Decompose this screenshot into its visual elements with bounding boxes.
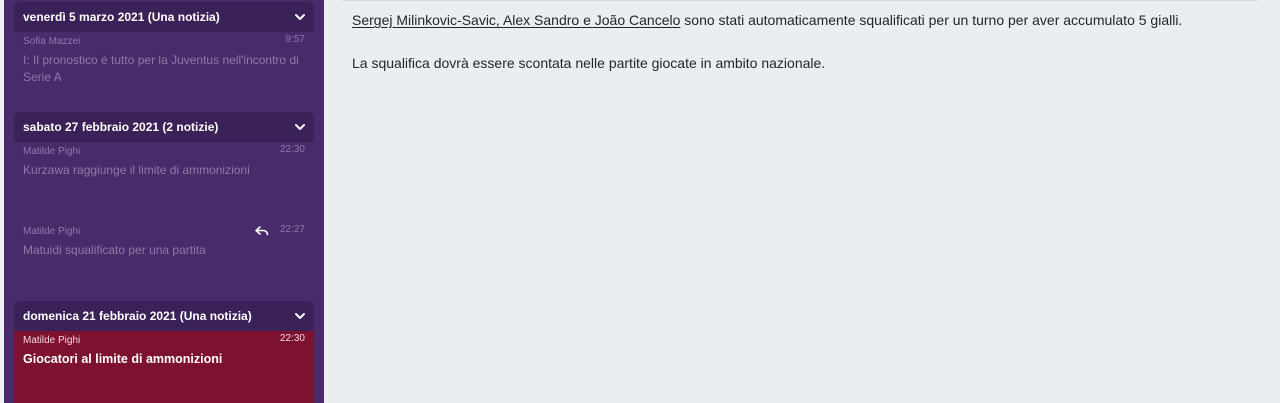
group-header-21-febbraio[interactable]: domenica 21 febbraio 2021 (Una notizia) — [14, 301, 314, 331]
reply-icon — [255, 226, 269, 236]
news-subject: I: Il pronostico è tutto per la Juventus… — [23, 53, 299, 84]
news-subject: Matuidi squalificato per una partita — [23, 243, 206, 257]
news-item[interactable]: Matilde Pighi 22:27 Matuidi squalificato… — [14, 222, 314, 292]
sidebar-edge — [0, 0, 4, 403]
player-names: Sergej Milinkovic-Savic, Alex Sandro e J… — [352, 12, 681, 28]
article-pane: Sergej Milinkovic-Savic, Alex Sandro e J… — [324, 0, 1280, 403]
group-header-label: domenica 21 febbraio 2021 (Una notizia) — [23, 309, 252, 323]
news-subject: Giocatori al limite di ammonizioni — [23, 352, 223, 366]
divider — [342, 0, 1258, 1]
news-sidebar: venerdì 5 marzo 2021 (Una notizia) Sofia… — [0, 0, 324, 403]
news-time: 9:57 — [285, 34, 305, 45]
group-header-label: sabato 27 febbraio 2021 (2 notizie) — [23, 120, 219, 134]
news-time: 22:27 — [279, 224, 305, 235]
news-sender: Sofia Mazzei — [23, 36, 81, 47]
group-header-label: venerdì 5 marzo 2021 (Una notizia) — [23, 10, 220, 24]
news-item[interactable]: Sofia Mazzei 9:57 I: Il pronostico è tut… — [14, 32, 314, 96]
group-header-27-febbraio[interactable]: sabato 27 febbraio 2021 (2 notizie) — [14, 112, 314, 142]
news-sender: Matilde Pighi — [23, 226, 81, 237]
article-text: sono stati automaticamente squalificati … — [680, 12, 1183, 28]
article-paragraph-2: La squalifica dovrà essere scontata nell… — [352, 55, 826, 71]
news-item-selected[interactable]: Matilde Pighi 22:30 Giocatori al limite … — [14, 331, 314, 403]
news-subject: Kurzawa raggiunge il limite di ammonizio… — [23, 163, 250, 177]
group-header-5-marzo[interactable]: venerdì 5 marzo 2021 (Una notizia) — [14, 2, 314, 32]
news-time: 22:30 — [279, 144, 305, 155]
chevron-down-icon — [295, 313, 305, 319]
news-item[interactable]: Matilde Pighi 22:30 Kurzawa raggiunge il… — [14, 142, 314, 220]
chevron-down-icon — [295, 14, 305, 20]
news-sender: Matilde Pighi — [23, 146, 81, 157]
news-time: 22:30 — [279, 333, 305, 344]
news-sender: Matilde Pighi — [23, 335, 81, 346]
article-paragraph-1: Sergej Milinkovic-Savic, Alex Sandro e J… — [352, 11, 1182, 29]
chevron-down-icon — [295, 124, 305, 130]
